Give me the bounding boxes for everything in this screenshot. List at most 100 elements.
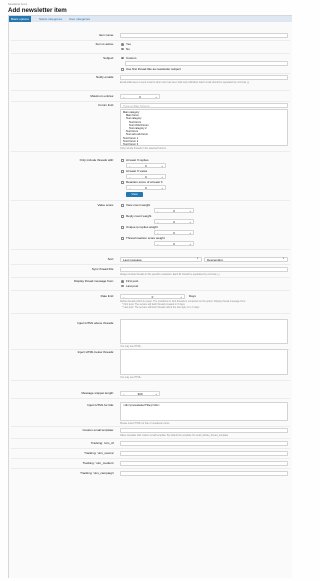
sort-order-value: Last message [123,257,142,262]
html-above-textarea[interactable] [120,319,288,344]
item-active-yes-label: Yes [126,42,131,46]
date-limit-value: 0 [151,294,154,299]
page-title: Add newsletter item [8,7,67,14]
item-name-label: Item name: [98,33,114,37]
max-entries-value: 0 [139,94,141,99]
tracking-utm-source-input[interactable] [120,450,288,456]
display-first-post-label: First post [126,279,139,283]
item-active-yes-radio[interactable] [121,43,124,46]
unique-ip-weight-checkbox[interactable] [121,226,124,229]
plus-icon[interactable]: + [161,175,163,179]
plus-icon[interactable]: + [155,95,157,99]
tracking-utm-source-label: Tracking: 'utm_source' [84,451,114,455]
snippet-length-stepper[interactable]: 300 − + [120,390,160,396]
minus-icon[interactable]: − [129,164,131,168]
min-views-stepper[interactable]: 0 − + [126,174,166,179]
plus-icon[interactable]: + [180,295,182,299]
html-title-value: <div>{newsletterTitle}</div> [123,403,160,407]
min-views-label: At least X views [126,169,148,174]
reply-weight-value: 0 [173,220,175,224]
min-reaction-stepper[interactable]: 0 − + [126,185,166,190]
html-above-hint: You may use HTML. [120,345,142,348]
sync-thread-ids-input[interactable] [120,266,288,272]
custom-template-hint: Name template with custom email template… [120,433,229,437]
snippet-length-value: 300 [137,391,143,396]
date-limit-label: Date limit: [100,294,114,298]
view-weight-stepper[interactable]: 0 − + [154,208,194,213]
minus-icon[interactable]: − [129,175,131,179]
reaction-weight-label: Thread reaction score weight [126,236,165,241]
custom-template-label: Custom email template: [82,428,114,432]
minus-icon[interactable]: − [157,231,159,235]
breadcrumb[interactable]: Newsletter items [8,3,27,6]
max-entries-stepper[interactable]: 0 − + [120,93,160,99]
tracking-utm-medium-label: Tracking: 'utm_medium' [82,461,114,465]
sort-order-select[interactable]: Last message [120,256,202,262]
minus-icon[interactable]: − [123,95,125,99]
forum-filter-input[interactable]: Type to filter forums [120,103,288,108]
html-title-hint: Please insert HTML for title of newslett… [120,421,170,425]
display-first-post-radio[interactable] [121,280,124,283]
reaction-weight-value: 0 [173,242,175,246]
min-replies-checkbox[interactable] [121,159,124,162]
plus-icon[interactable]: + [155,392,157,396]
html-title-textarea[interactable]: <div>{newsletterTitle}</div> [120,401,288,421]
tracking-utm-campaign-input[interactable] [120,470,288,476]
subject-first-thread-checkbox[interactable] [121,68,124,71]
plus-icon[interactable]: + [189,209,191,213]
plus-icon[interactable]: + [189,231,191,235]
custom-template-input[interactable] [120,427,288,433]
forum-limit-hint: Only include threads in the selected for… [120,146,167,150]
min-views-checkbox[interactable] [121,170,124,173]
minus-icon[interactable]: − [157,209,159,213]
plus-icon[interactable]: + [161,186,163,190]
reply-weight-checkbox[interactable] [121,215,124,218]
item-name-input[interactable] [120,32,288,38]
reply-weight-stepper[interactable]: 0 − + [154,219,194,224]
subject-label: Subject: [103,56,114,60]
forum-limit-label: Forum limit: [98,103,114,107]
min-replies-stepper[interactable]: 0 − + [126,163,166,168]
sort-direction-value: Descending [207,257,223,262]
html-below-textarea[interactable] [120,349,288,375]
subject-custom-radio[interactable] [121,56,124,60]
reaction-weight-checkbox[interactable] [121,237,124,240]
minus-icon[interactable]: − [123,392,125,396]
item-active-no-label: No [126,46,130,51]
minus-icon[interactable]: − [129,186,131,190]
minus-icon[interactable]: − [157,242,159,246]
sync-thread-ids-hint: Always include threads in this specific … [120,272,221,276]
sort-label: Sort: [107,257,114,261]
item-active-label: Item is active: [95,42,114,46]
plus-icon[interactable]: + [161,164,163,168]
unique-ip-weight-label: Unique ip replies weight [126,225,158,230]
form-body: Item name: Item is active: Yes No Subjec… [9,22,292,578]
view-button[interactable]: View [126,192,143,197]
view-weight-checkbox[interactable] [121,204,124,207]
tracking-utm-medium-input[interactable] [120,460,288,466]
tracking-utm-id-input[interactable] [120,440,288,446]
forum-select-list[interactable]: Main category Main forum Test category T… [120,109,288,146]
reaction-weight-stepper[interactable]: 0 − + [154,241,194,246]
html-title-label: Inject HTML for title: [87,403,114,407]
plus-icon[interactable]: + [189,220,191,224]
html-below-hint: You may use HTML. [120,375,142,379]
date-limit-stepper[interactable]: 0 − + [120,293,185,299]
min-reaction-checkbox[interactable] [121,181,124,184]
unique-ip-weight-value: 0 [173,231,175,235]
unique-ip-weight-stepper[interactable]: 0 − + [154,230,194,235]
date-limit-unit: Days [189,294,196,298]
tracking-utm-id-label: Tracking: 'utm_id' [90,441,114,445]
notify-emails-label: Notify emails: [95,75,114,79]
notify-emails-input[interactable] [120,75,288,80]
minus-icon[interactable]: − [123,295,125,299]
display-last-post-radio[interactable] [121,284,124,288]
minus-icon[interactable]: − [157,220,159,224]
sort-direction-select[interactable]: Descending [204,256,288,262]
item-active-no-radio[interactable] [121,47,124,51]
subject-input[interactable] [125,60,288,66]
plus-icon[interactable]: + [189,242,191,246]
min-replies-label: At least X replies [126,158,149,163]
chevron-down-icon: ▾ [283,257,285,260]
chevron-down-icon: ▾ [197,257,199,260]
